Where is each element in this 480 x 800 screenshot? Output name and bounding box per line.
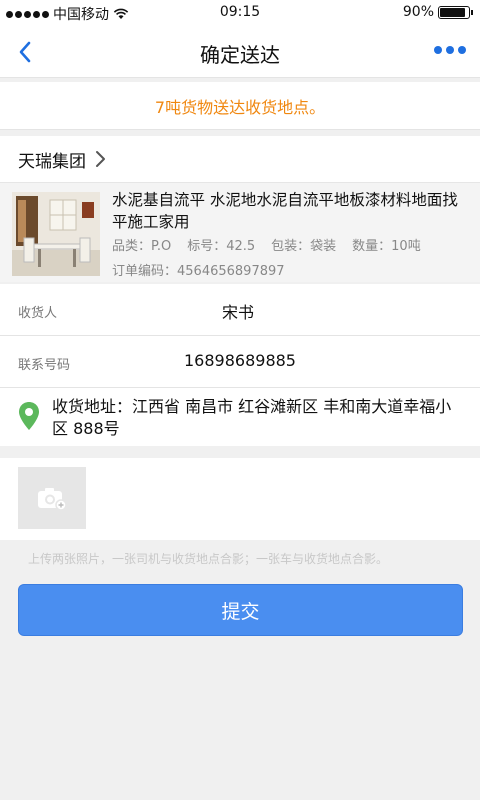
phone-field: 联系号码 16898689885 <box>0 336 480 388</box>
company-row[interactable]: 天瑞集团 <box>0 136 480 182</box>
product-quantity: 数量：10吨 <box>352 239 421 254</box>
product-card[interactable]: 水泥基自流平 水泥地水泥自流平地板漆材料地面找平施工家用 品类：P.O 标号：4… <box>0 182 480 282</box>
nav-bar: 确定送达 <box>0 26 480 78</box>
battery-percent: 90% <box>402 4 434 20</box>
submit-button[interactable]: 提交 <box>18 584 463 636</box>
product-grade: 标号：42.5 <box>187 239 256 254</box>
photo-upload-section <box>0 458 480 540</box>
receiver-value: 宋书 <box>222 303 255 322</box>
location-pin-icon <box>19 402 39 430</box>
product-title: 水泥基自流平 水泥地水泥自流平地板漆材料地面找平施工家用 <box>112 191 458 231</box>
add-photo-button[interactable] <box>18 467 86 529</box>
receiver-label: 收货人 <box>18 306 58 321</box>
status-bar: 中国移动 09:15 90% <box>0 0 480 26</box>
product-image <box>12 192 100 276</box>
delivery-notice: 7吨货物送达收货地点。 <box>0 82 480 130</box>
order-number: 订单编码：4564656897897 <box>112 264 285 279</box>
address-row: 收货地址：江西省 南昌市 红谷滩新区 丰和南大道幸福小区 888号 <box>0 388 480 446</box>
product-category: 品类：P.O <box>112 239 172 254</box>
phone-value: 16898689885 <box>184 351 296 370</box>
address-text: 收货地址：江西省 南昌市 红谷滩新区 丰和南大道幸福小区 888号 <box>52 397 452 438</box>
phone-label: 联系号码 <box>18 358 71 373</box>
chevron-left-icon[interactable] <box>12 38 40 66</box>
upload-hint: 上传两张照片，一张司机与收货地点合影；一张车与收货地点合影。 <box>28 552 389 566</box>
camera-icon <box>38 488 67 510</box>
notice-text: 7吨货物送达收货地点。 <box>154 97 326 117</box>
page-title: 确定送达 <box>200 43 280 67</box>
company-name: 天瑞集团 <box>18 151 86 172</box>
receiver-field: 收货人 宋书 <box>0 284 480 336</box>
product-packaging: 包装：袋装 <box>271 239 337 254</box>
product-meta: 品类：P.O 标号：42.5 包装：袋装 数量：10吨 <box>112 235 421 254</box>
chevron-right-icon <box>96 151 105 167</box>
battery-icon <box>438 5 473 19</box>
more-dots-icon[interactable] <box>434 46 466 54</box>
